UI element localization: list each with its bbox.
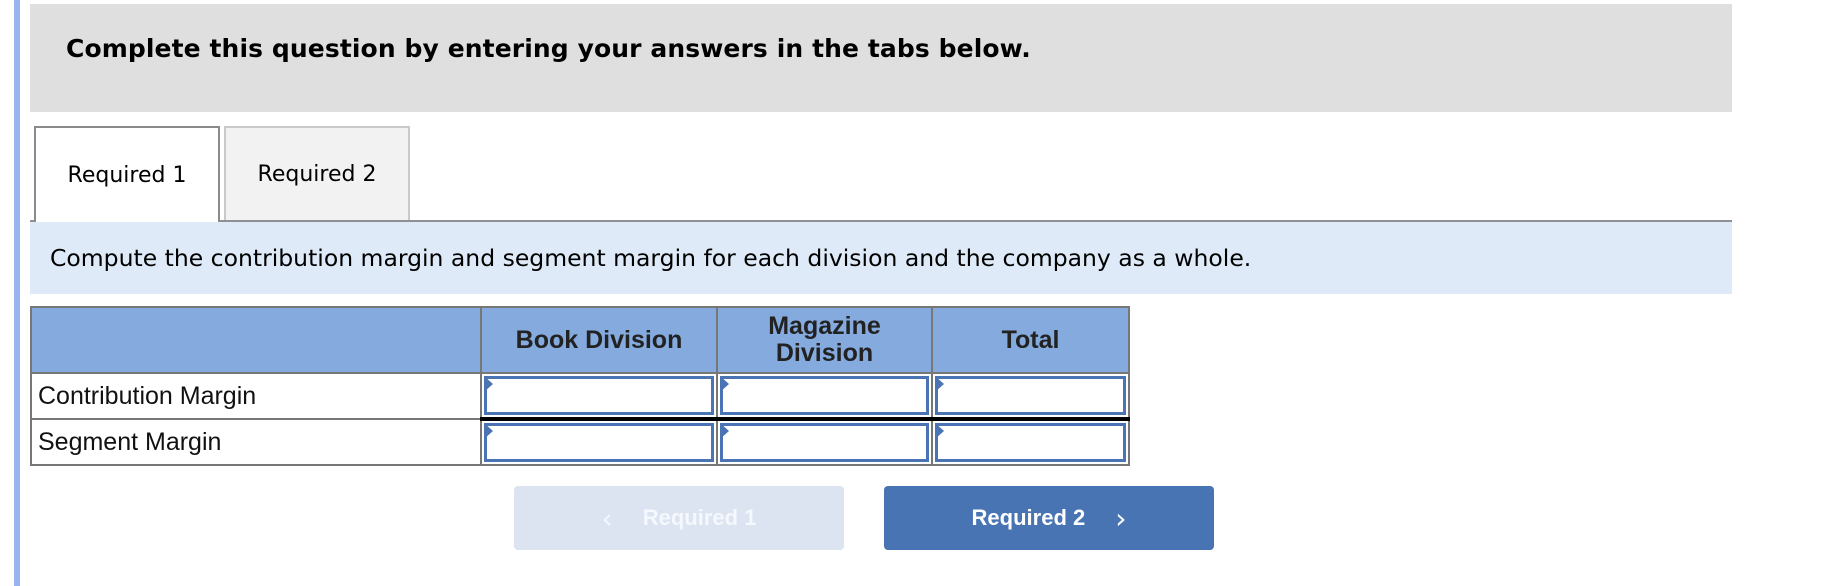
prev-required-1-button[interactable]: ‹ Required 1 (514, 486, 844, 550)
cell-magazine-contribution[interactable] (716, 372, 933, 421)
input-flag-icon (935, 423, 944, 439)
table-row-contribution-margin: Contribution Margin (30, 372, 1130, 421)
left-accent-stripe (14, 0, 20, 586)
input-flag-icon (484, 423, 493, 439)
input-frame (720, 376, 929, 415)
input-flag-icon (484, 376, 493, 392)
row-label: Contribution Margin (30, 372, 482, 420)
total-contribution-input[interactable] (938, 379, 1123, 412)
magazine-segment-input[interactable] (723, 426, 926, 459)
table-row-segment-margin: Segment Margin (30, 418, 1130, 466)
instructions-banner: Complete this question by entering your … (30, 4, 1732, 112)
answer-table: Book Division Magazine Division Total Co… (30, 306, 1130, 466)
cell-book-segment[interactable] (480, 418, 718, 466)
header-magazine-division: Magazine Division (716, 306, 933, 374)
book-contribution-input[interactable] (487, 379, 711, 412)
next-button-label: Required 2 (971, 505, 1086, 530)
input-flag-icon (720, 376, 729, 392)
tab-label: Required 1 (67, 162, 187, 188)
input-flag-icon (720, 423, 729, 439)
cell-book-contribution[interactable] (480, 372, 718, 421)
total-segment-input[interactable] (938, 426, 1123, 459)
banner-text: Complete this question by entering your … (66, 34, 1031, 63)
tab-label: Required 2 (257, 161, 377, 187)
header-book-division: Book Division (480, 306, 718, 374)
tab-required-2[interactable]: Required 2 (224, 126, 410, 220)
question-instruction: Compute the contribution margin and segm… (30, 222, 1732, 294)
input-flag-icon (935, 376, 944, 392)
input-frame (484, 376, 714, 415)
input-frame (935, 376, 1126, 415)
header-magazine-line1: Magazine (768, 312, 881, 340)
table-header-row: Book Division Magazine Division Total (30, 306, 1130, 374)
header-magazine-line2: Division (775, 339, 874, 367)
input-frame (484, 423, 714, 462)
tab-required-1[interactable]: Required 1 (34, 126, 220, 222)
book-segment-input[interactable] (487, 426, 711, 459)
instruction-text: Compute the contribution margin and segm… (50, 244, 1252, 272)
next-required-2-button[interactable]: Required 2 › (884, 486, 1214, 550)
row-label: Segment Margin (30, 418, 482, 466)
tab-bar: Required 1 Required 2 (30, 126, 1732, 222)
prev-button-label: Required 1 (642, 505, 757, 530)
input-frame (935, 423, 1126, 462)
input-frame (720, 423, 929, 462)
chevron-right-icon: › (1115, 501, 1127, 535)
magazine-contribution-input[interactable] (723, 379, 926, 412)
cell-total-contribution[interactable] (931, 372, 1130, 421)
cell-magazine-segment[interactable] (716, 418, 933, 466)
header-total: Total (931, 306, 1130, 374)
chevron-left-icon: ‹ (601, 501, 613, 535)
cell-total-segment[interactable] (931, 418, 1130, 466)
header-blank (30, 306, 482, 374)
